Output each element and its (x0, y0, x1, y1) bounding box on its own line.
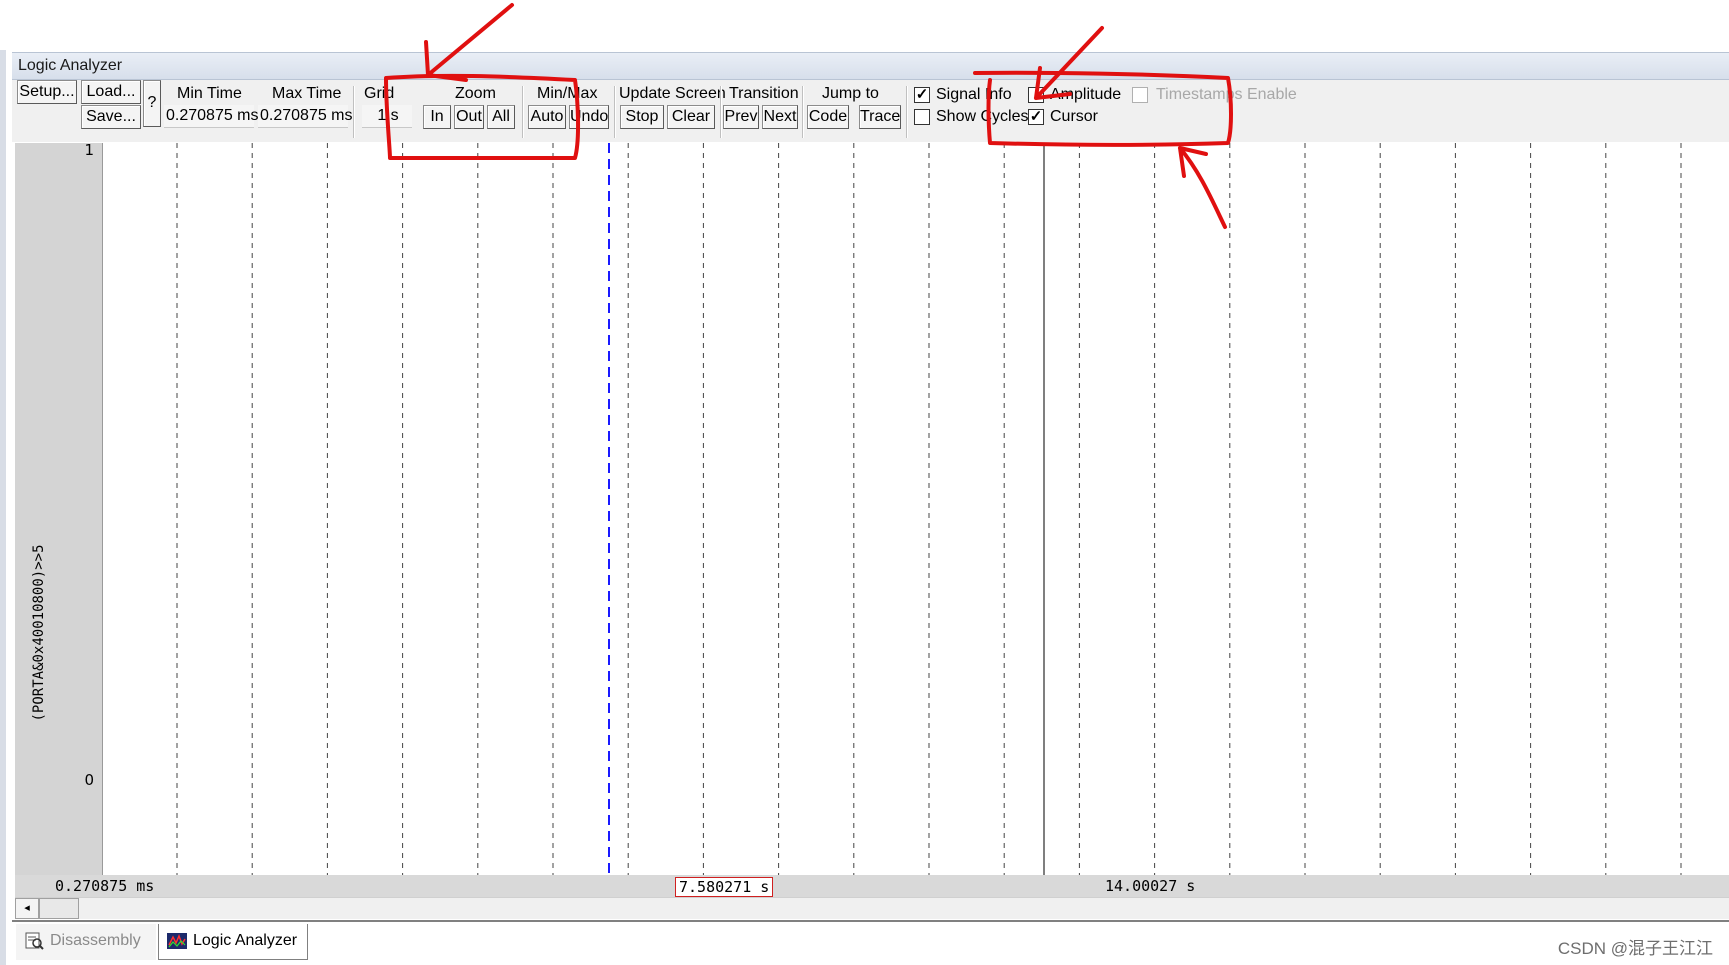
amplitude-label: Amplitude (1050, 86, 1122, 103)
prev-transition-button[interactable]: Prev (723, 105, 759, 129)
tab-logic-analyzer[interactable]: Logic Analyzer (158, 924, 308, 960)
minmax-undo-button[interactable]: Undo (569, 105, 609, 129)
save-button[interactable]: Save... (81, 105, 141, 129)
tab-bar: Disassembly Logic Analyzer (12, 920, 1729, 965)
signal-info-label: Signal Info (936, 86, 1012, 103)
stop-button[interactable]: Stop (620, 105, 664, 129)
jump-trace-button[interactable]: Trace (859, 105, 901, 129)
window-title: Logic Analyzer (18, 57, 123, 74)
grid-lines (176, 143, 1682, 875)
load-button[interactable]: Load... (81, 80, 141, 104)
separator (906, 86, 907, 138)
grid-label: Grid (364, 85, 395, 102)
update-screen-label: Update Screen (619, 85, 726, 102)
timestamps-enable-checkbox (1132, 87, 1148, 103)
y-tick-top: 1 (84, 141, 94, 159)
clear-button[interactable]: Clear (667, 105, 715, 129)
grid-value: 1 s (362, 105, 412, 128)
marker-time-label: 14.00027 s (1105, 877, 1196, 895)
time-start-label: 0.270875 ms (55, 877, 155, 895)
y-tick-bottom: 0 (84, 771, 94, 789)
zoom-in-button[interactable]: In (423, 105, 451, 129)
help-button[interactable]: ? (143, 80, 161, 127)
amplitude-checkbox[interactable] (1028, 87, 1044, 103)
minmax-auto-button[interactable]: Auto (528, 105, 566, 129)
minmax-label: Min/Max (537, 85, 598, 102)
transition-label: Transition (729, 85, 799, 102)
separator (522, 86, 523, 138)
cursor-time-label: 7.580271 s (675, 877, 774, 897)
cursor-checkbox[interactable]: ✓ (1028, 109, 1044, 125)
separator (720, 86, 721, 138)
logic-analyzer-window: Logic Analyzer Setup... Load... Save... … (0, 0, 1729, 965)
cursor-label: Cursor (1050, 108, 1099, 125)
tab-disassembly[interactable]: Disassembly (16, 924, 156, 960)
signal-name-label[interactable]: (PORTA&0x40010800)>>5 (31, 544, 47, 721)
watermark: CSDN @混子王江江 (1557, 939, 1713, 958)
next-transition-button[interactable]: Next (762, 105, 798, 129)
jump-to-label: Jump to (822, 85, 879, 102)
zoom-out-button[interactable]: Out (454, 105, 484, 129)
title-bar: Logic Analyzer (12, 52, 1729, 80)
timestamps-enable-label: Timestamps Enable (1156, 86, 1297, 103)
disassembly-icon (25, 932, 44, 950)
max-time-value: 0.270875 ms (258, 105, 353, 128)
waveform-grid (176, 143, 1682, 875)
scroll-thumb[interactable] (39, 898, 79, 919)
scroll-left-icon[interactable]: ◂ (15, 898, 39, 919)
tab-logic-analyzer-label: Logic Analyzer (193, 932, 298, 949)
show-cycles-checkbox[interactable] (914, 109, 930, 125)
max-time-label: Max Time (272, 85, 342, 102)
zoom-all-button[interactable]: All (487, 105, 515, 129)
tab-disassembly-label: Disassembly (50, 932, 141, 949)
setup-button[interactable]: Setup... (17, 80, 77, 104)
frame-edge (0, 50, 6, 965)
separator (802, 86, 803, 138)
toolbar: Setup... Load... Save... ? Min Time 0.27… (12, 80, 1729, 142)
zoom-label: Zoom (455, 85, 496, 102)
waveform-plot-area[interactable] (104, 143, 1729, 875)
min-time-label: Min Time (177, 85, 242, 102)
show-cycles-label: Show Cycles (936, 108, 1029, 125)
horizontal-scrollbar[interactable]: ◂ (15, 897, 1729, 919)
signal-label-panel: 1 0 (PORTA&0x40010800)>>5 (15, 141, 103, 875)
separator (353, 86, 354, 138)
min-time-value: 0.270875 ms (164, 105, 259, 128)
signal-info-checkbox[interactable]: ✓ (914, 87, 930, 103)
jump-code-button[interactable]: Code (807, 105, 849, 129)
logic-analyzer-icon (167, 933, 187, 949)
time-axis: 0.270875 ms 7.580271 s 14.00027 s (15, 875, 1729, 897)
separator (614, 86, 615, 138)
